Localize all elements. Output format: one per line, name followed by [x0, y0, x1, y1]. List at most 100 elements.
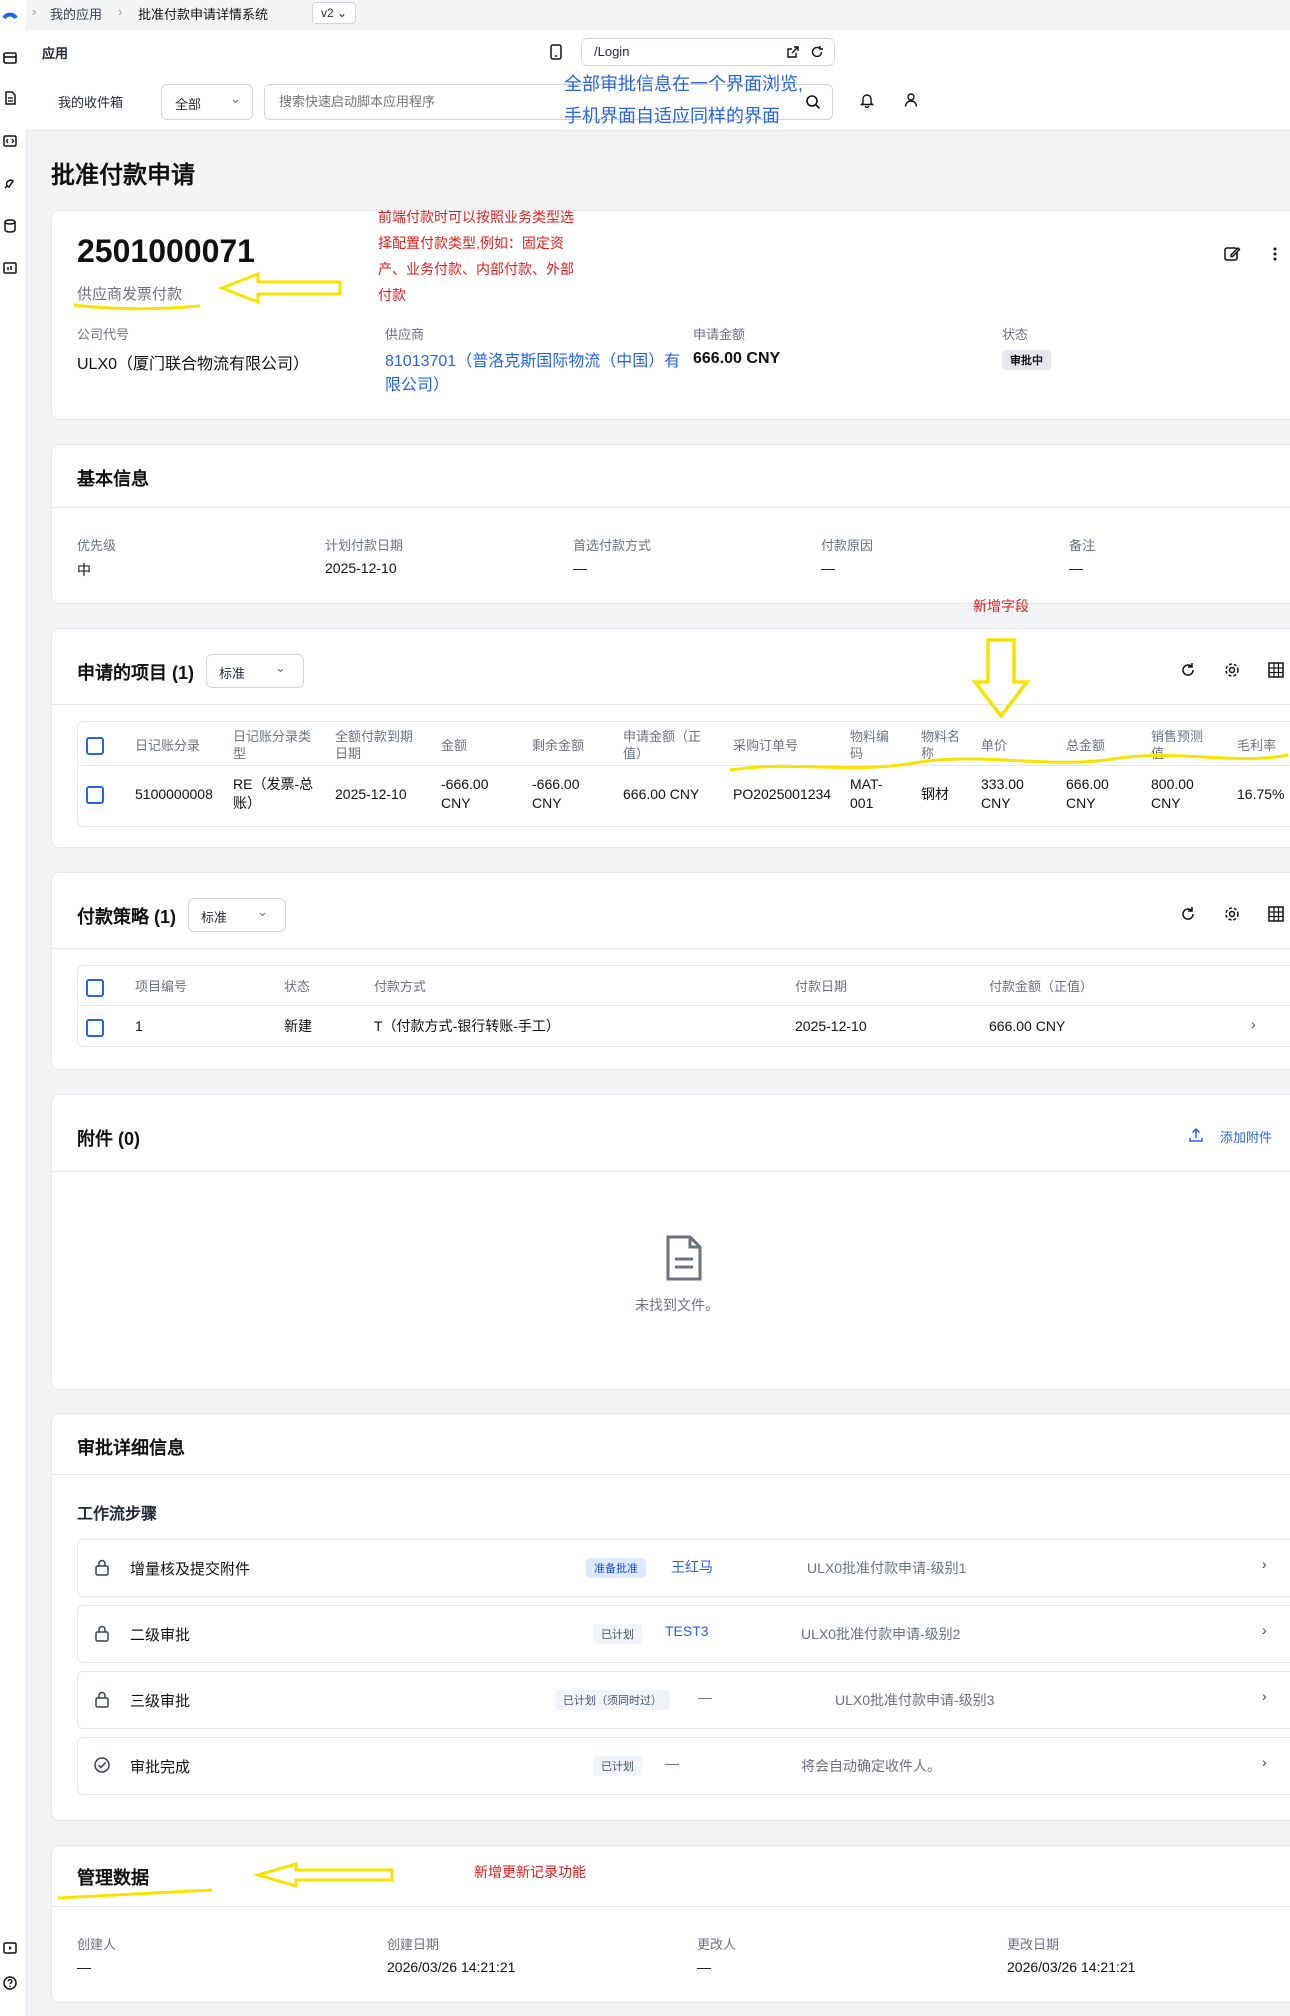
- settings-icon[interactable]: [1223, 905, 1241, 923]
- document-icon[interactable]: [2, 90, 18, 106]
- cell-payment-method: T（付款方式-银行转账-手工）: [374, 1018, 560, 1034]
- chevron-down-icon: ⌄: [257, 904, 268, 919]
- th-payment-amount[interactable]: 付款金额（正值）: [989, 978, 1093, 995]
- cell-gross-margin: 16.75%: [1237, 786, 1285, 802]
- cell-remaining-amount: -666.00 CNY: [532, 776, 580, 811]
- approval-card: 审批详细信息 工作流步骤 增量核及提交附件 准备批准 王红马 ULX0批准付款申…: [51, 1413, 1290, 1821]
- mobile-preview-icon[interactable]: [549, 44, 563, 60]
- edit-icon[interactable]: [1223, 245, 1241, 263]
- th-gross-margin[interactable]: 毛利率: [1237, 737, 1276, 754]
- cell-payment-date: 2025-12-10: [795, 1018, 867, 1034]
- cell-material-name: 钢材: [921, 786, 949, 802]
- strategy-view-select[interactable]: 标准 ⌄: [188, 898, 286, 932]
- chevron-right-icon[interactable]: ›: [1251, 1015, 1256, 1034]
- reload-icon[interactable]: [810, 45, 824, 59]
- annotation-responsive-note: 全部审批信息在一个界面浏览, 手机界面自适应同样的界面: [564, 68, 844, 132]
- grid-view-icon[interactable]: [1267, 905, 1285, 923]
- changed-date-label: 更改日期: [1007, 1937, 1060, 1952]
- lock-icon: [95, 1559, 109, 1576]
- requested-amount-label: 申请金额: [693, 327, 746, 342]
- cell-amount: -666.00 CNY: [441, 776, 489, 811]
- analytics-icon[interactable]: [2, 260, 18, 276]
- th-journal-entry[interactable]: 日记账分录: [135, 737, 200, 754]
- grid-view-icon[interactable]: [1267, 661, 1285, 679]
- chevron-down-icon: ⌄: [275, 660, 286, 675]
- th-due-date[interactable]: 全额付款到期日期: [335, 728, 423, 762]
- workflow-step[interactable]: 二级审批 已计划 TEST3 ULX0批准付款申请-级别2 ›: [77, 1605, 1290, 1663]
- annotation-line: 全部审批信息在一个界面浏览,: [564, 74, 803, 94]
- my-inbox-link[interactable]: 我的收件箱: [58, 92, 123, 111]
- select-all-checkbox[interactable]: [86, 737, 104, 755]
- breadcrumb-current: 批准付款申请详情系统: [138, 7, 269, 22]
- cell-total-amount: 666.00 CNY: [1066, 776, 1109, 811]
- step-approver-link[interactable]: 王红马: [671, 1557, 713, 1577]
- settings-icon[interactable]: [1223, 661, 1241, 679]
- th-sales-forecast[interactable]: 销售预测值: [1151, 728, 1215, 762]
- annotation-payment-type-note: 前端付款时可以按照业务类型选 择配置付款类型,例如：固定资 产、业务付款、内部付…: [378, 204, 608, 308]
- workflow-step[interactable]: 审批完成 已计划 — 将会自动确定收件人。 ›: [77, 1737, 1290, 1795]
- step-status-badge: 已计划: [593, 1756, 642, 1776]
- table-header-divider: [78, 765, 1290, 766]
- select-all-checkbox[interactable]: [86, 979, 104, 997]
- th-material-name[interactable]: 物料名称: [921, 728, 967, 762]
- external-link-icon[interactable]: [786, 45, 800, 59]
- cell-requested-amount: 666.00 CNY: [623, 786, 700, 802]
- row-checkbox[interactable]: [86, 1019, 104, 1037]
- row-checkbox[interactable]: [86, 786, 104, 804]
- strategy-view-value: 标准: [201, 910, 228, 925]
- video-icon[interactable]: [2, 1940, 18, 1956]
- user-icon[interactable]: [903, 92, 919, 108]
- step-name: 二级审批: [130, 1627, 191, 1644]
- th-remaining-amount[interactable]: 剩余金额: [532, 737, 584, 754]
- cell-due-date: 2025-12-10: [335, 786, 407, 802]
- th-entry-type[interactable]: 日记账分录类型: [233, 728, 321, 762]
- th-requested-amount[interactable]: 申请金额（正值）: [623, 728, 719, 762]
- inbox-icon[interactable]: [2, 50, 18, 66]
- page-title: 批准付款申请: [51, 162, 195, 189]
- empty-file-icon: [666, 1235, 702, 1281]
- payment-reason-label: 付款原因: [821, 538, 874, 553]
- database-icon[interactable]: [2, 218, 18, 234]
- th-po-number[interactable]: 采购订单号: [733, 737, 798, 754]
- payment-strategy-card: 付款策略 (1) 标准 ⌄ 项目编号 状态 付款方式 付款日期 付款金额（正值）…: [51, 872, 1290, 1070]
- breadcrumb: › 我的应用 › 批准付款申请详情系统 v2 ⌄: [26, 0, 1290, 26]
- help-icon[interactable]: [2, 1975, 18, 1991]
- code-icon[interactable]: [2, 133, 18, 149]
- th-unit-price[interactable]: 单价: [981, 737, 1007, 754]
- table-header-divider: [78, 1005, 1290, 1006]
- supplier-link[interactable]: 81013701（普洛克斯国际物流（中国）有限公司）: [385, 350, 685, 398]
- chevron-down-icon: ⌄: [336, 6, 348, 20]
- th-amount[interactable]: 金额: [441, 737, 467, 754]
- plugin-icon[interactable]: [2, 175, 18, 191]
- status-badge: 审批中: [1002, 350, 1051, 370]
- items-view-select[interactable]: 标准 ⌄: [206, 654, 304, 688]
- upload-icon: [1189, 1127, 1203, 1142]
- company-code-label: 公司代号: [77, 327, 130, 342]
- refresh-icon[interactable]: [1179, 661, 1197, 679]
- th-payment-date[interactable]: 付款日期: [795, 978, 847, 995]
- step-name: 审批完成: [130, 1759, 191, 1776]
- th-material-code[interactable]: 物料编码: [850, 728, 896, 762]
- app-logo-icon[interactable]: [2, 4, 18, 20]
- bell-icon[interactable]: [859, 92, 875, 108]
- status-label: 状态: [1002, 327, 1029, 342]
- th-payment-method[interactable]: 付款方式: [374, 978, 426, 995]
- refresh-icon[interactable]: [1179, 905, 1197, 923]
- step-approver-link[interactable]: TEST3: [665, 1623, 709, 1639]
- th-status[interactable]: 状态: [284, 978, 310, 995]
- workflow-steps-title: 工作流步骤: [77, 1506, 158, 1523]
- workflow-step[interactable]: 增量核及提交附件 准备批准 王红马 ULX0批准付款申请-级别1 ›: [77, 1539, 1290, 1597]
- filter-select[interactable]: 全部 ⌄: [161, 84, 253, 120]
- strategy-table: 项目编号 状态 付款方式 付款日期 付款金额（正值） 1 新建 T（付款方式-银…: [77, 965, 1290, 1047]
- annotation-new-field: 新增字段: [973, 598, 1029, 614]
- more-options-icon[interactable]: [1266, 245, 1284, 263]
- version-select[interactable]: v2 ⌄: [312, 2, 356, 24]
- breadcrumb-my-apps[interactable]: 我的应用: [50, 4, 102, 23]
- url-bar[interactable]: /Login: [581, 38, 835, 66]
- th-total-amount[interactable]: 总金额: [1066, 737, 1105, 754]
- chevron-right-icon: ›: [1262, 1688, 1267, 1704]
- th-item-number[interactable]: 项目编号: [135, 978, 187, 995]
- workflow-step[interactable]: 三级审批 已计划（须同时过） — ULX0批准付款申请-级别3 ›: [77, 1671, 1290, 1729]
- chevron-right-icon: ›: [118, 4, 123, 19]
- chevron-right-icon: ›: [1262, 1622, 1267, 1638]
